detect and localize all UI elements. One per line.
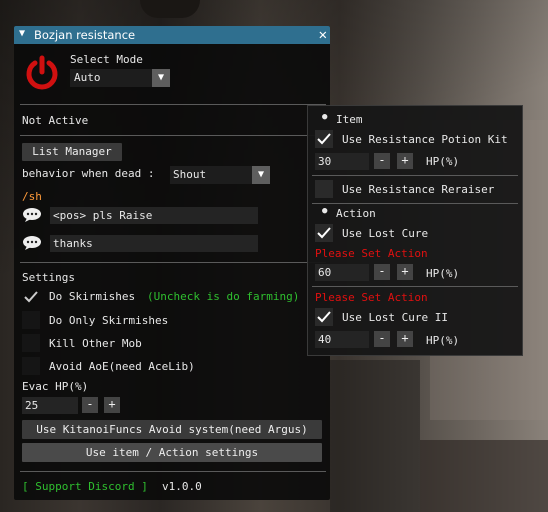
potion-kit-hp-input[interactable]: 30 [315, 153, 369, 170]
reraiser-label: Use Resistance Reraiser [342, 183, 495, 196]
do-skirmishes-label: Do Skirmishes [49, 290, 136, 303]
avoid-aoe-label: Avoid AoE(need AceLib) [49, 360, 195, 373]
item-action-popup: ● Item Use Resistance Potion Kit 30 - + … [307, 105, 523, 356]
chat-bubble-icon [22, 207, 42, 226]
lost-cure-hp-input[interactable]: 60 [315, 264, 369, 281]
settings-header: Settings [22, 271, 75, 284]
dead-behavior-select[interactable]: Shout ▼ [170, 166, 270, 184]
action-header: Action [336, 207, 376, 220]
item-header: Item [336, 113, 363, 126]
lost-cure-ii-plus-button[interactable]: + [397, 331, 413, 347]
lost-cure-minus-button[interactable]: - [374, 264, 390, 280]
power-icon[interactable] [24, 54, 60, 90]
chevron-down-icon[interactable]: ▼ [152, 69, 170, 87]
divider [20, 262, 326, 263]
divider [20, 135, 326, 136]
bullet-icon: ● [322, 206, 328, 216]
status-text: Not Active [22, 114, 89, 127]
avoid-aoe-checkbox[interactable] [22, 357, 40, 375]
potion-kit-hp-value: 30 [318, 155, 332, 168]
window-title: Bozjan resistance [34, 28, 136, 42]
bullet-icon: ● [322, 112, 328, 122]
lost-cure-unit: HP(%) [426, 267, 460, 280]
lost-cure-ii-hp-input[interactable]: 40 [315, 331, 369, 348]
divider [20, 471, 326, 472]
action-settings-button[interactable]: Use item / Action settings [22, 443, 322, 462]
main-window: ▼ Bozjan resistance ✕ Select Mode Auto ▼… [14, 26, 330, 500]
evac-plus-button[interactable]: + [104, 397, 120, 413]
potion-kit-label: Use Resistance Potion Kit [342, 133, 508, 146]
lost-cure-hp-value: 60 [318, 266, 332, 279]
potion-kit-unit: HP(%) [426, 155, 460, 168]
chevron-down-icon[interactable]: ▼ [252, 166, 270, 184]
dead-behavior-value: Shout [173, 168, 207, 181]
divider [20, 104, 326, 105]
list-manager-button[interactable]: List Manager [22, 143, 122, 161]
do-only-skirmishes-label: Do Only Skirmishes [49, 314, 169, 327]
chat-command: /sh [22, 190, 42, 203]
thanks-message-input[interactable]: thanks [50, 235, 258, 252]
thanks-message-text: thanks [53, 237, 93, 250]
kitanoi-avoid-button[interactable]: Use KitanoiFuncs Avoid system(need Argus… [22, 420, 322, 439]
raise-message-text: <pos> pls Raise [53, 209, 153, 222]
version-text: v1.0.0 [162, 480, 202, 493]
lost-cure-ii-label: Use Lost Cure II [342, 311, 448, 324]
lost-cure-ii-unit: HP(%) [426, 334, 460, 347]
evac-minus-button[interactable]: - [82, 397, 98, 413]
potion-kit-checkbox[interactable] [315, 130, 333, 148]
do-only-skirmishes-checkbox[interactable] [22, 311, 40, 329]
divider [312, 286, 518, 287]
potion-kit-plus-button[interactable]: + [397, 153, 413, 169]
dead-behavior-label: behavior when dead : [22, 167, 155, 180]
lost-cure-ii-warning: Please Set Action [315, 291, 428, 304]
divider [312, 203, 518, 204]
title-bar[interactable]: ▼ Bozjan resistance ✕ [14, 26, 330, 44]
lost-cure-ii-hp-value: 40 [318, 333, 332, 346]
do-skirmishes-note: (Uncheck is do farming) [147, 290, 300, 303]
close-icon[interactable]: ✕ [319, 26, 327, 44]
evac-label: Evac HP(%) [22, 380, 89, 393]
do-skirmishes-checkbox[interactable] [22, 288, 40, 306]
collapse-icon[interactable]: ▼ [19, 28, 25, 39]
kill-other-mob-label: Kill Other Mob [49, 337, 142, 350]
chat-bubble-icon [22, 235, 42, 254]
raise-message-input[interactable]: <pos> pls Raise [50, 207, 258, 224]
evac-value: 25 [25, 399, 39, 412]
support-discord-link[interactable]: [ Support Discord ] [22, 480, 148, 493]
divider [312, 175, 518, 176]
lost-cure-warning: Please Set Action [315, 247, 428, 260]
potion-kit-minus-button[interactable]: - [374, 153, 390, 169]
mode-select[interactable]: Auto ▼ [70, 69, 170, 87]
lost-cure-ii-checkbox[interactable] [315, 308, 333, 326]
lost-cure-plus-button[interactable]: + [397, 264, 413, 280]
lost-cure-label: Use Lost Cure [342, 227, 429, 240]
evac-input[interactable]: 25 [22, 397, 78, 414]
kill-other-mob-checkbox[interactable] [22, 334, 40, 352]
lost-cure-checkbox[interactable] [315, 224, 333, 242]
reraiser-checkbox[interactable] [315, 180, 333, 198]
lost-cure-ii-minus-button[interactable]: - [374, 331, 390, 347]
select-mode-label: Select Mode [70, 53, 143, 66]
mode-value: Auto [74, 71, 101, 84]
